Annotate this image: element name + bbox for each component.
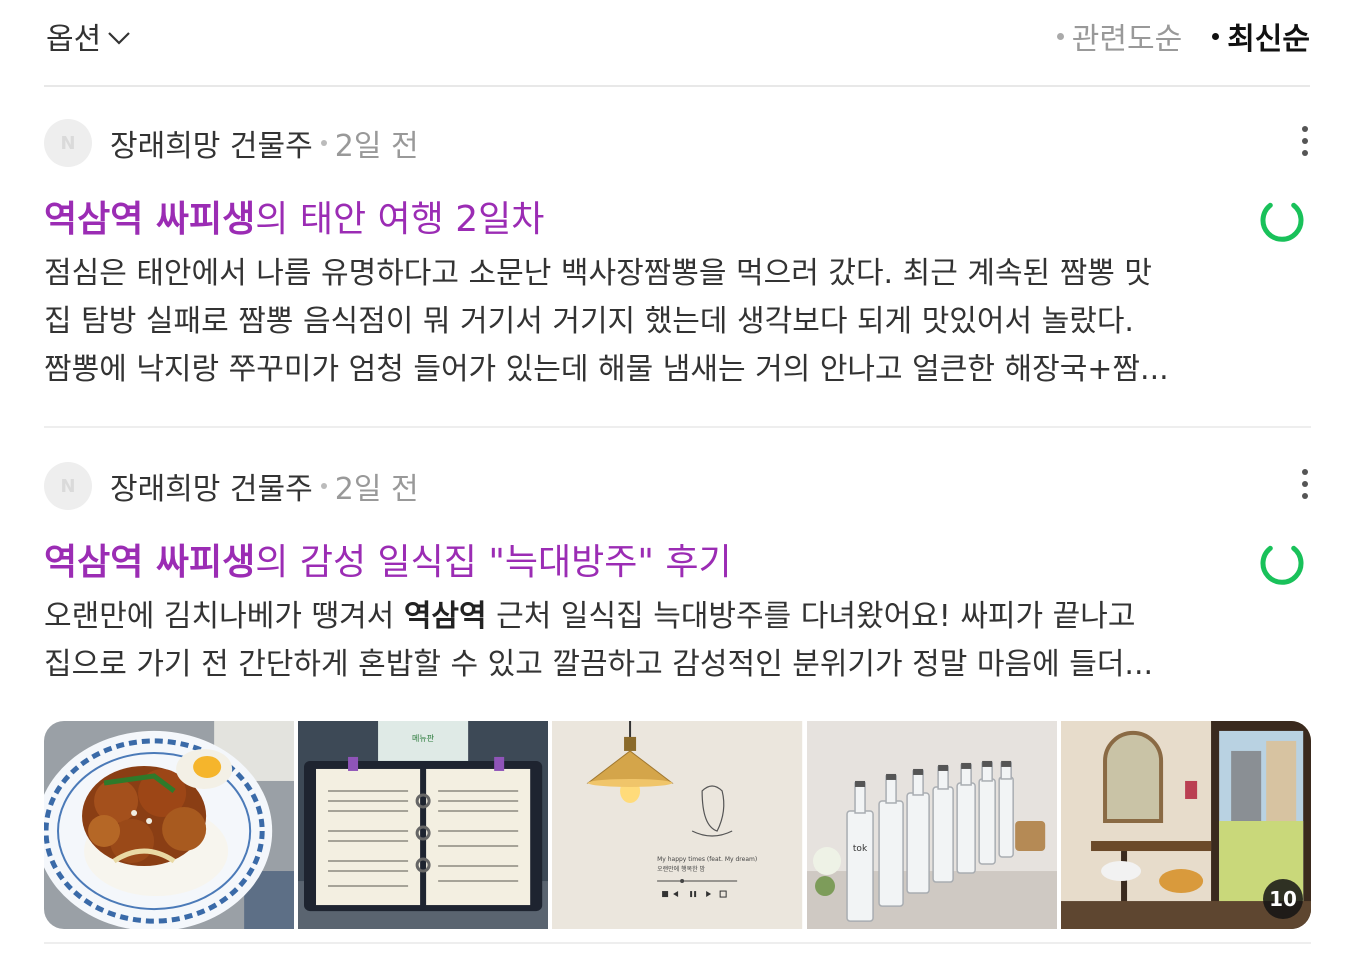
options-label: 옵션	[46, 22, 102, 57]
poster-song-text: My happy times (feat. My dream)	[657, 856, 757, 863]
bottle-label-text: tok	[853, 844, 868, 854]
separator-dot-icon	[320, 140, 327, 146]
post-snippet[interactable]: 오랜만에 김치나베가 땡겨서 역삼역 근처 일식집 늑대방주를 다녀왔어요! 싸…	[44, 593, 1306, 689]
post-card: N 장래희망 건물주 2일 전 역삼역 싸피생의 감성 일식집 "늑대방주" 후…	[44, 461, 1311, 944]
post-time: 2일 전	[334, 472, 419, 507]
loading-ring-icon	[1260, 545, 1304, 585]
snippet-line: 점심은 태안에서 나름 유명하다고 소문난 백사장짬뽕을 먹으러 갔다. 최근 …	[44, 256, 1153, 291]
more-options-icon[interactable]	[1299, 469, 1311, 499]
image-gallery: 메뉴판 My happy times (feat. My dream) 오랜만에…	[44, 721, 1311, 929]
post-title[interactable]: 역삼역 싸피생의 태안 여행 2일차	[44, 190, 544, 242]
thumbnail-menu[interactable]: 메뉴판	[298, 721, 549, 929]
snippet-line: 집으로 가기 전 간단하게 혼밥할 수 있고 깔끔하고 감성적인 분위기가 정말…	[44, 647, 1154, 682]
author-name[interactable]: 장래희망 건물주	[110, 121, 313, 165]
title-rest: 의 감성 일식집 "늑대방주" 후기	[255, 542, 732, 583]
title-highlight: 역삼역 싸피생	[44, 542, 256, 583]
chevron-down-icon	[108, 32, 130, 45]
avatar[interactable]: N	[44, 119, 92, 167]
menu-sign-text: 메뉴판	[412, 734, 435, 743]
thumbnail-bottles[interactable]: tok	[806, 721, 1057, 929]
snippet-text: 오랜만에 김치나베가 땡겨서	[44, 599, 404, 634]
post-snippet[interactable]: 점심은 태안에서 나름 유명하다고 소문난 백사장짬뽕을 먹으러 갔다. 최근 …	[44, 250, 1306, 394]
title-highlight: 역삼역 싸피생	[44, 199, 256, 240]
snippet-text: 근처 일식집 늑대방주를 다녀왔어요! 싸피가 끝나고	[486, 599, 1136, 634]
author-name[interactable]: 장래희망 건물주	[110, 464, 313, 508]
snippet-keyword: 역삼역	[403, 599, 487, 634]
bullet-icon	[1056, 32, 1064, 40]
loading-ring-icon	[1260, 202, 1304, 242]
post-author-row: N 장래희망 건물주 2일 전	[44, 118, 419, 168]
options-dropdown[interactable]: 옵션	[46, 14, 131, 58]
post-time: 2일 전	[334, 129, 419, 164]
search-toolbar: 옵션 관련도순 최신순	[44, 0, 1310, 87]
thumbnail-lamp[interactable]: My happy times (feat. My dream) 오랜만에 행복한…	[552, 721, 803, 929]
snippet-line: 집 탐방 실패로 짬뽕 음식점이 뭐 거기서 거기지 했는데 생각보다 되게 맛…	[44, 304, 1134, 339]
snippet-line: 오랜만에 김치나베가 땡겨서 역삼역 근처 일식집 늑대방주를 다녀왔어요! 싸…	[44, 593, 1306, 641]
avatar[interactable]: N	[44, 462, 92, 510]
sort-relevance[interactable]: 관련도순	[1056, 14, 1183, 58]
sort-options: 관련도순 최신순	[1056, 14, 1310, 58]
bullet-icon	[1212, 32, 1220, 40]
thumbnail-interior[interactable]: 10	[1060, 721, 1311, 929]
sort-relevance-label: 관련도순	[1071, 22, 1183, 57]
post-card: N 장래희망 건물주 2일 전 역삼역 싸피생의 태안 여행 2일차 점심은 태…	[44, 118, 1311, 428]
image-count-badge: 10	[1263, 879, 1304, 919]
thumbnail-food[interactable]	[44, 721, 295, 929]
snippet-line: 짬뽕에 낙지랑 쭈꾸미가 엄청 들어가 있는데 해물 냄새는 거의 안나고 얼큰…	[44, 352, 1169, 387]
title-rest: 의 태안 여행 2일차	[255, 199, 545, 240]
post-author-row: N 장래희망 건물주 2일 전	[44, 461, 419, 511]
separator-dot-icon	[320, 483, 327, 489]
sort-latest[interactable]: 최신순	[1212, 14, 1310, 58]
post-title[interactable]: 역삼역 싸피생의 감성 일식집 "늑대방주" 후기	[44, 533, 732, 585]
more-options-icon[interactable]	[1299, 126, 1311, 156]
poster-sub-text: 오랜만에 행복한 밤	[657, 865, 705, 873]
sort-latest-label: 최신순	[1227, 22, 1310, 57]
